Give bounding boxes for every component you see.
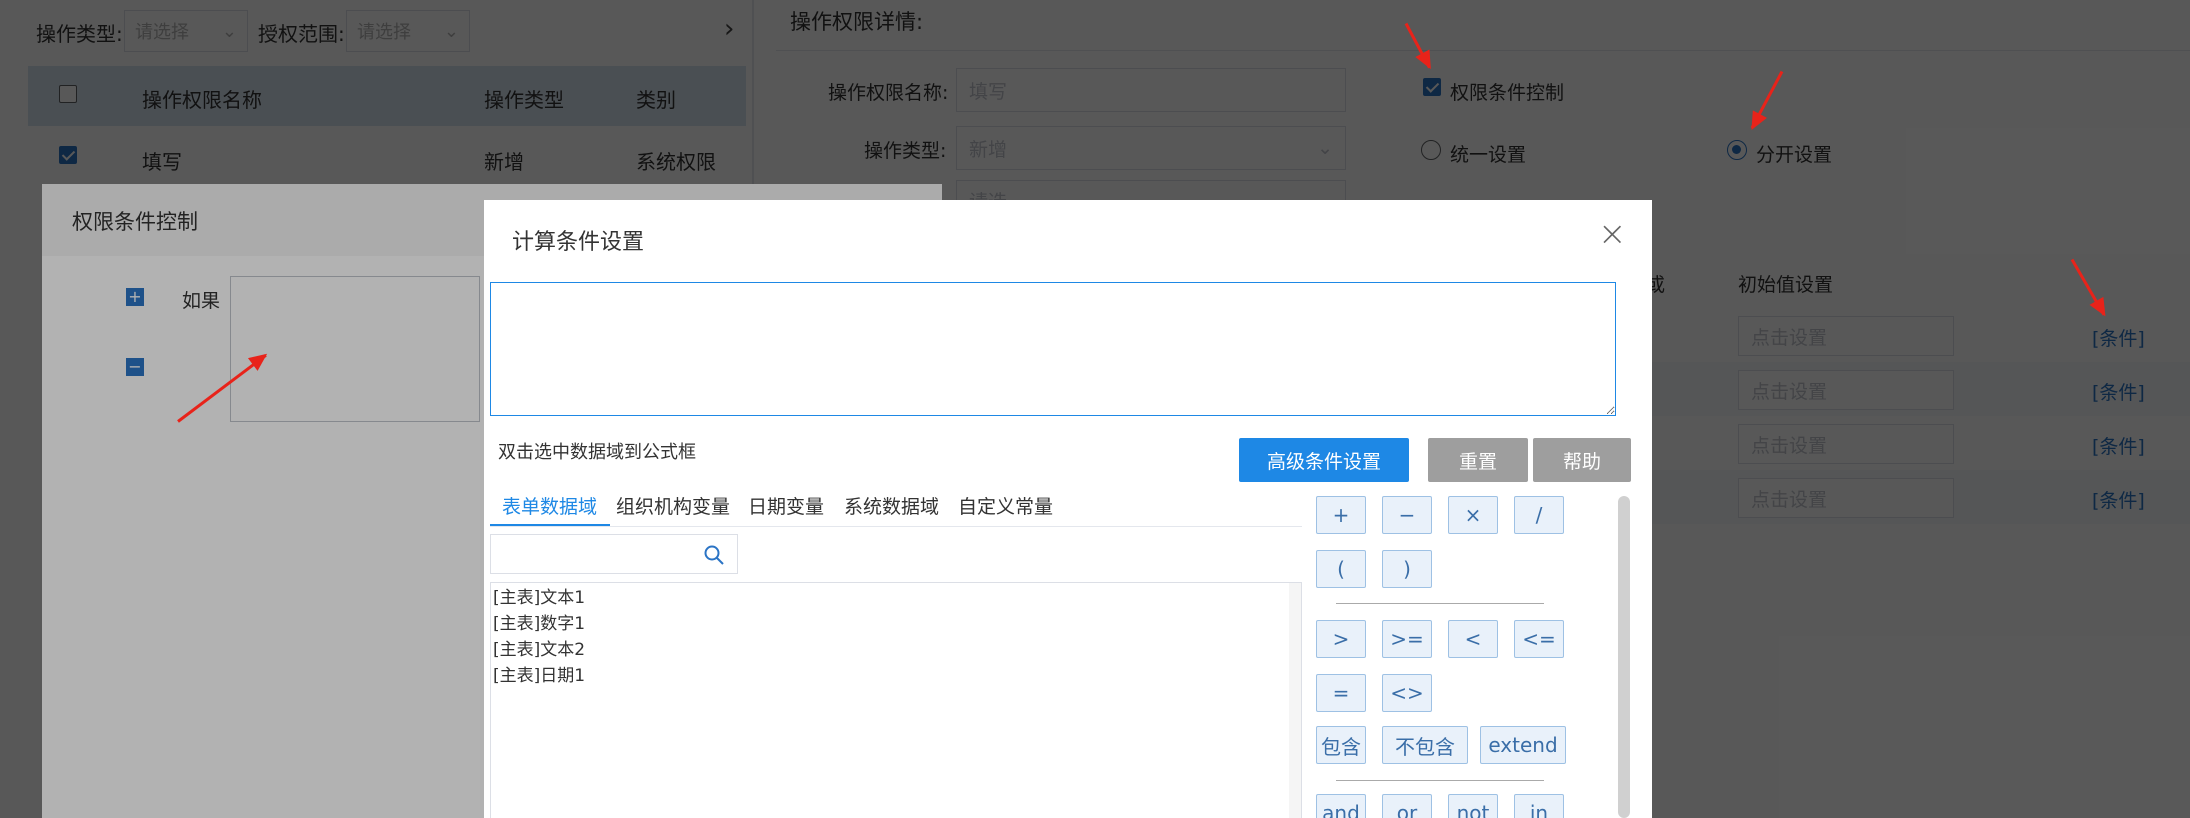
op-not-contains[interactable]: 不包含 [1382,726,1468,764]
operator-scrollbar[interactable] [1618,496,1630,818]
list-item[interactable]: [主表]日期1 [493,663,585,689]
op-or[interactable]: or [1382,794,1432,818]
op-plus[interactable]: + [1316,496,1366,534]
tabs-divider [490,526,1302,527]
list-scrollbar[interactable] [1289,583,1301,818]
formula-input[interactable] [490,282,1616,416]
op-gte[interactable]: >= [1382,620,1432,658]
op-gt[interactable]: > [1316,620,1366,658]
op-and[interactable]: and [1316,794,1366,818]
op-multiply[interactable]: × [1448,496,1498,534]
op-extend[interactable]: extend [1480,726,1566,764]
dialog-title: 计算条件设置 [512,230,645,255]
op-lt[interactable]: < [1448,620,1498,658]
tab-custom-constants[interactable]: 自定义常量 [958,492,1053,519]
close-icon[interactable]: × [1598,214,1627,254]
reset-button[interactable]: 重置 [1428,438,1528,482]
help-button[interactable]: 帮助 [1533,438,1631,482]
search-icon[interactable] [703,544,725,566]
operator-divider [1336,780,1544,781]
advanced-condition-button[interactable]: 高级条件设置 [1239,438,1409,482]
list-item[interactable]: [主表]数字1 [493,611,585,637]
field-search [490,534,738,574]
field-list: [主表]文本1 [主表]数字1 [主表]文本2 [主表]日期1 [490,582,1302,818]
search-input[interactable] [493,537,693,571]
tab-org-variables[interactable]: 组织机构变量 [616,492,730,519]
op-neq[interactable]: <> [1382,674,1432,712]
calc-condition-dialog: 计算条件设置 × 双击选中数据域到公式框 高级条件设置 重置 帮助 表单数据域 … [484,200,1652,818]
op-divide[interactable]: / [1514,496,1564,534]
operator-divider [1336,603,1544,604]
op-eq[interactable]: = [1316,674,1366,712]
tab-form-data[interactable]: 表单数据域 [502,492,597,519]
op-contains[interactable]: 包含 [1316,726,1366,764]
op-in[interactable]: in [1514,794,1564,818]
tab-date-variables[interactable]: 日期变量 [748,492,824,519]
op-left-paren[interactable]: ( [1316,550,1366,588]
list-item[interactable]: [主表]文本2 [493,637,585,663]
formula-hint: 双击选中数据域到公式框 [498,442,696,463]
tab-system-data[interactable]: 系统数据域 [844,492,939,519]
op-not[interactable]: not [1448,794,1498,818]
op-lte[interactable]: <= [1514,620,1564,658]
op-minus[interactable]: − [1382,496,1432,534]
list-item[interactable]: [主表]文本1 [493,585,585,611]
op-right-paren[interactable]: ) [1382,550,1432,588]
